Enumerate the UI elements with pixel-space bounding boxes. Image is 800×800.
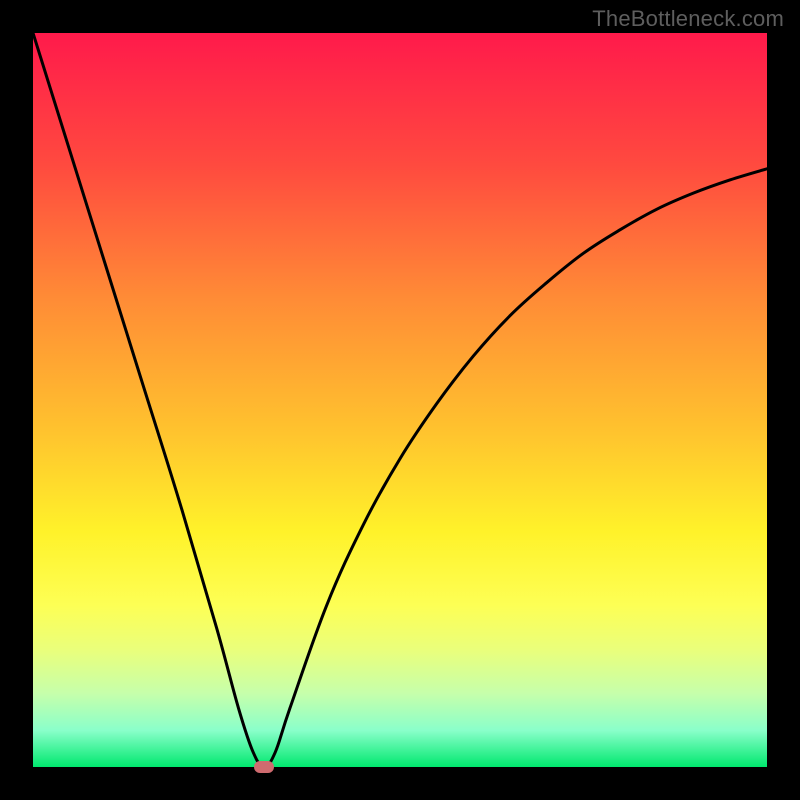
plot-area (33, 33, 767, 767)
minimum-marker (254, 761, 274, 773)
chart-frame: TheBottleneck.com (0, 0, 800, 800)
watermark-text: TheBottleneck.com (592, 6, 784, 32)
bottleneck-curve (33, 33, 767, 767)
